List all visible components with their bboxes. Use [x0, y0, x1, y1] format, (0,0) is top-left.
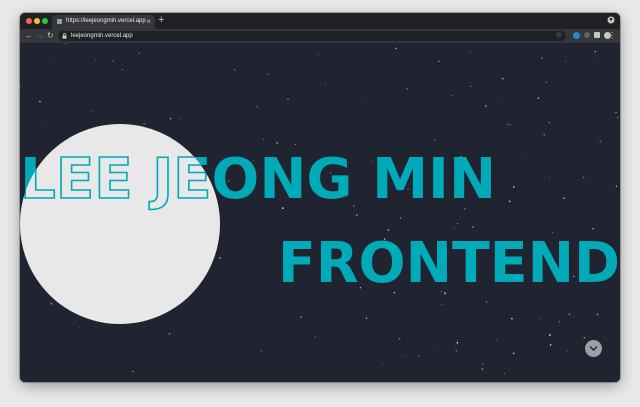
browser-window: https://leejeongmin.vercel.app × + ← → ↻…: [20, 13, 620, 382]
close-tab-icon[interactable]: ×: [146, 16, 151, 27]
browser-toolbar: ← → ↻ leejeongmin.vercel.app ☆ ⋮: [20, 29, 620, 43]
extension-icon[interactable]: [584, 32, 590, 38]
browser-tab[interactable]: https://leejeongmin.vercel.app ×: [52, 15, 155, 29]
close-window-button[interactable]: [26, 18, 32, 24]
hero-section: LEE JEONG MIN LEE JEONG MIN FRONTEND FRO…: [20, 43, 620, 382]
arrow-left-icon[interactable]: ←: [25, 30, 33, 42]
maximize-window-button[interactable]: [42, 18, 48, 24]
lock-icon: [62, 33, 67, 39]
extension-icon[interactable]: [573, 32, 580, 39]
star-icon[interactable]: ☆: [556, 31, 562, 41]
puzzle-icon[interactable]: [594, 32, 600, 38]
hero-graphic: LEE JEONG MIN LEE JEONG MIN FRONTEND FRO…: [20, 124, 620, 324]
tab-strip: https://leejeongmin.vercel.app × +: [20, 13, 620, 29]
favicon-icon: [57, 19, 62, 24]
hero-role: FRONTEND: [278, 231, 620, 296]
address-bar[interactable]: leejeongmin.vercel.app ☆: [58, 31, 566, 41]
new-tab-button[interactable]: +: [158, 14, 164, 27]
chevron-down-icon: [589, 346, 598, 351]
url-text: leejeongmin.vercel.app: [71, 33, 133, 39]
minimize-window-button[interactable]: [34, 18, 40, 24]
tab-title: https://leejeongmin.vercel.app: [66, 18, 146, 24]
account-icon[interactable]: [607, 16, 615, 24]
more-vertical-icon[interactable]: ⋮: [608, 30, 616, 42]
arrow-right-icon[interactable]: →: [36, 30, 44, 42]
scroll-down-button[interactable]: [585, 340, 602, 357]
reload-icon[interactable]: ↻: [47, 30, 54, 42]
